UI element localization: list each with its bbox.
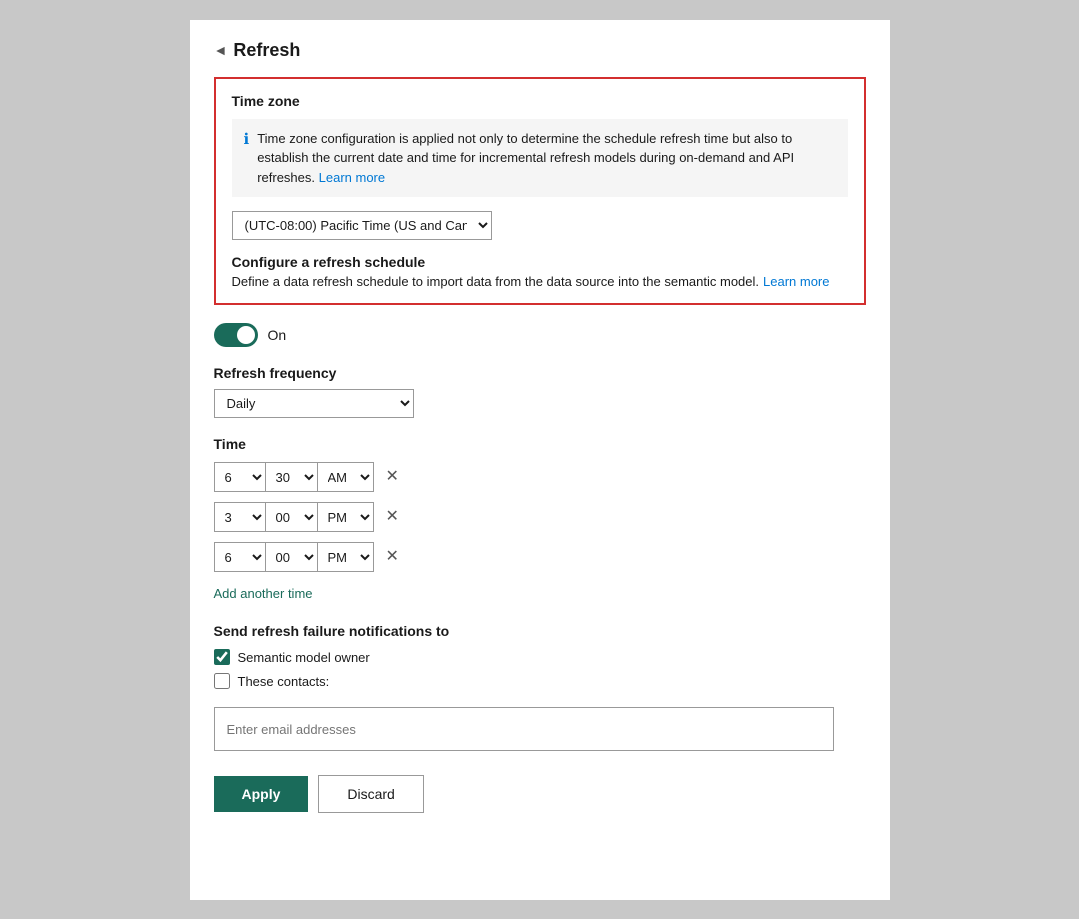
semantic-owner-label[interactable]: Semantic model owner: [238, 650, 370, 665]
schedule-title: Configure a refresh schedule: [232, 254, 848, 270]
remove-time-1-button[interactable]: ✕: [382, 467, 403, 487]
time-3-hour[interactable]: 6 12345 789101112: [214, 542, 266, 572]
discard-button[interactable]: Discard: [318, 775, 423, 813]
schedule-desc-text: Define a data refresh schedule to import…: [232, 274, 760, 289]
info-text: Time zone configuration is applied not o…: [257, 129, 835, 188]
time-2-ampm[interactable]: PM AM: [318, 502, 374, 532]
timezone-select[interactable]: (UTC-08:00) Pacific Time (US and Can: [232, 211, 492, 240]
time-2-hour[interactable]: 3 12456 789101112: [214, 502, 266, 532]
add-another-time-link[interactable]: Add another time: [214, 586, 313, 601]
frequency-select[interactable]: Daily Weekly: [214, 389, 414, 418]
time-row-1: 6 12345 789101112 30 001545 AM PM ✕: [214, 462, 866, 492]
toggle-label: On: [268, 327, 287, 343]
info-icon: ℹ: [244, 130, 250, 148]
learn-more-link-2[interactable]: Learn more: [763, 274, 829, 289]
remove-time-2-button[interactable]: ✕: [382, 507, 403, 527]
time-3-ampm[interactable]: PM AM: [318, 542, 374, 572]
schedule-desc: Define a data refresh schedule to import…: [232, 274, 848, 289]
learn-more-link-1[interactable]: Learn more: [319, 170, 385, 185]
timezone-title: Time zone: [232, 93, 848, 109]
notifications-title: Send refresh failure notifications to: [214, 623, 866, 639]
time-row-3: 6 12345 789101112 00 153045 PM AM ✕: [214, 542, 866, 572]
time-1-minute[interactable]: 30 001545: [266, 462, 318, 492]
page-title: ◄ Refresh: [214, 40, 866, 61]
apply-button[interactable]: Apply: [214, 776, 309, 812]
time-1-hour[interactable]: 6 12345 789101112: [214, 462, 266, 492]
email-input[interactable]: [214, 707, 834, 751]
time-3-minute[interactable]: 00 153045: [266, 542, 318, 572]
collapse-icon: ◄: [214, 42, 228, 58]
semantic-owner-row: Semantic model owner: [214, 649, 866, 665]
these-contacts-checkbox[interactable]: [214, 673, 230, 689]
these-contacts-label[interactable]: These contacts:: [238, 674, 330, 689]
remove-time-3-button[interactable]: ✕: [382, 547, 403, 567]
time-label: Time: [214, 436, 866, 452]
page-title-text: Refresh: [233, 40, 300, 61]
frequency-label: Refresh frequency: [214, 365, 866, 381]
timezone-section: Time zone ℹ Time zone configuration is a…: [214, 77, 866, 306]
time-row-2: 3 12456 789101112 00 153045 PM AM ✕: [214, 502, 866, 532]
toggle-row: On: [214, 323, 866, 347]
info-banner: ℹ Time zone configuration is applied not…: [232, 119, 848, 198]
semantic-owner-checkbox[interactable]: [214, 649, 230, 665]
refresh-toggle[interactable]: [214, 323, 258, 347]
button-row: Apply Discard: [214, 775, 866, 813]
these-contacts-row: These contacts:: [214, 673, 866, 689]
time-2-minute[interactable]: 00 153045: [266, 502, 318, 532]
time-1-ampm[interactable]: AM PM: [318, 462, 374, 492]
